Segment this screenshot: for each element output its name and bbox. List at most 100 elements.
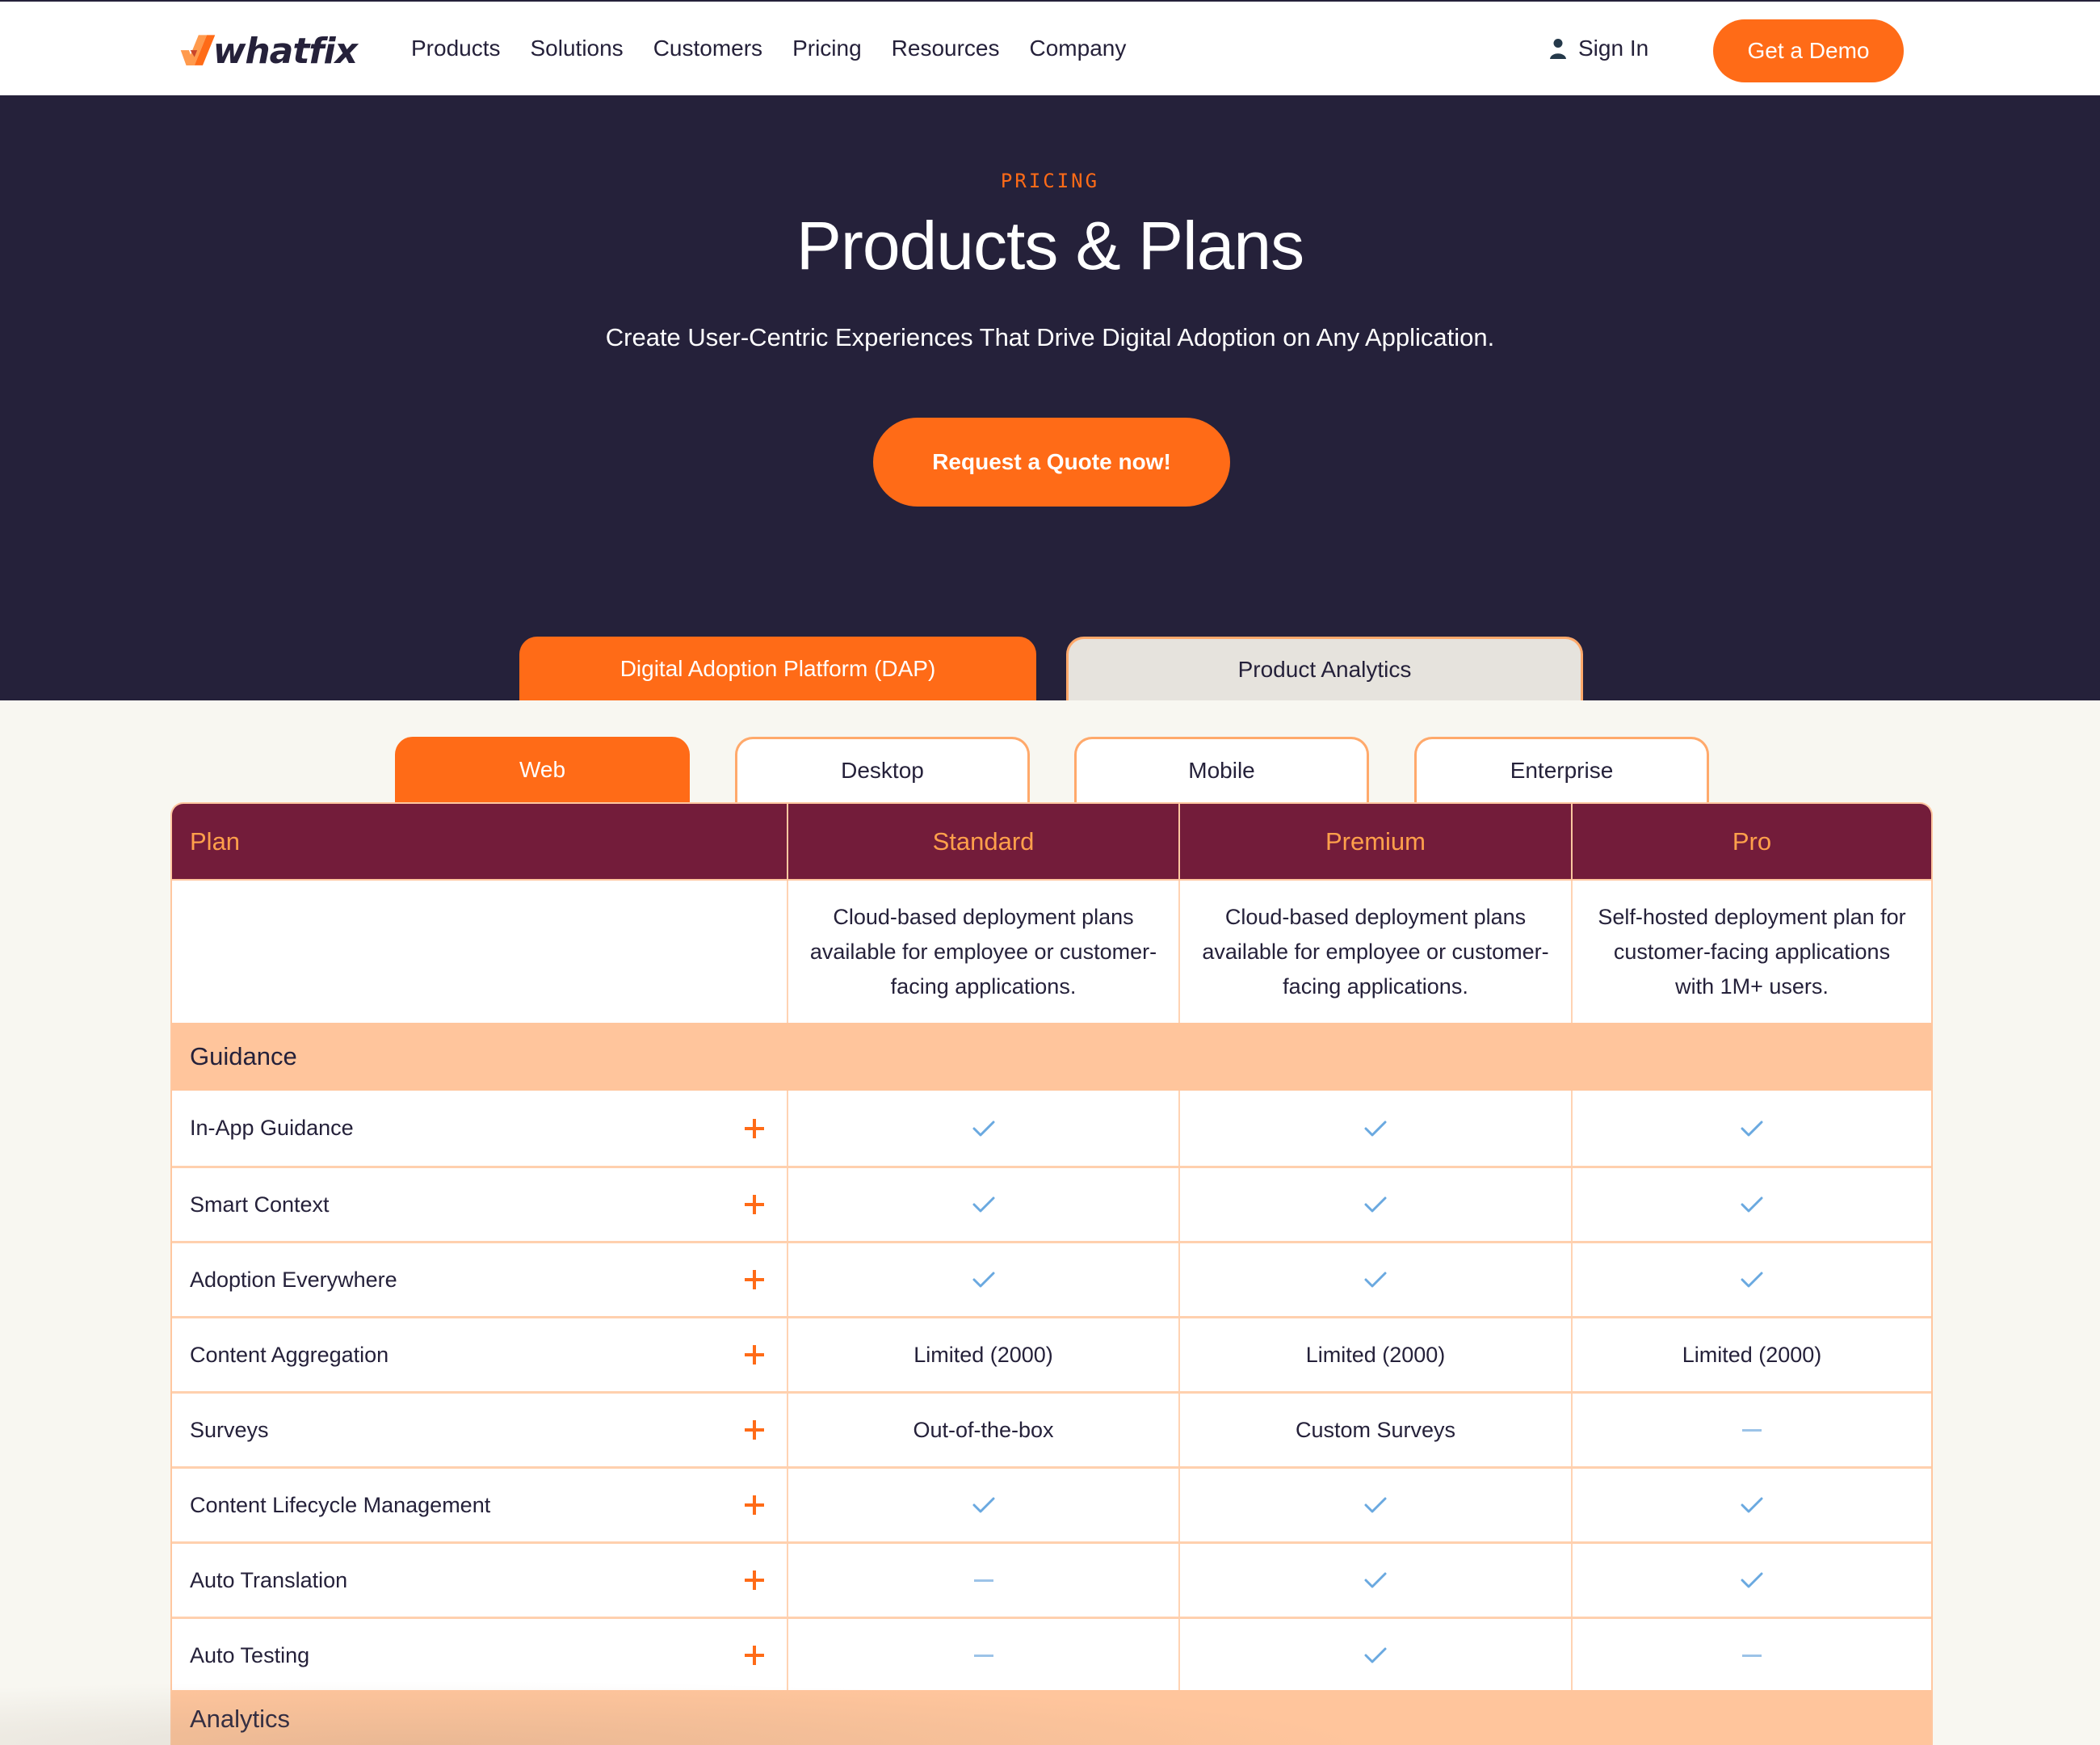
hero-section: PRICING Products & Plans Create User-Cen…: [0, 95, 2100, 700]
section-label: Guidance: [190, 1042, 297, 1070]
feature-value-text: Custom Surveys: [1295, 1417, 1456, 1442]
expand-plus-icon[interactable]: [745, 1646, 764, 1665]
feature-value-cell: [1180, 1091, 1573, 1166]
feature-name-cell: Surveys: [172, 1394, 788, 1466]
feature-value-cell: [788, 1243, 1180, 1316]
dash-icon: [973, 1654, 993, 1657]
section-analytics: Analytics: [170, 1690, 1933, 1745]
feature-value-cell: Limited (2000): [1573, 1318, 1931, 1391]
feature-row: Adoption Everywhere: [172, 1241, 1931, 1316]
expand-plus-icon[interactable]: [745, 1118, 764, 1138]
check-icon: [1363, 1496, 1388, 1514]
expand-plus-icon[interactable]: [745, 1570, 764, 1590]
logo-mark-icon: [180, 35, 216, 65]
feature-value-cell: [1573, 1394, 1931, 1466]
header-standard: Standard: [788, 804, 1180, 879]
header-plan: Plan: [172, 804, 788, 879]
user-icon: [1550, 39, 1566, 59]
tab-mobile[interactable]: Mobile: [1074, 737, 1369, 802]
tab-desktop[interactable]: Desktop: [735, 737, 1030, 802]
site-header: whatfix Products Solutions Customers Pri…: [0, 2, 2100, 95]
description-standard: Cloud-based deployment plans available f…: [788, 881, 1180, 1023]
expand-plus-icon[interactable]: [745, 1195, 764, 1214]
feature-value-cell: [788, 1168, 1180, 1241]
feature-value-cell: [1180, 1243, 1573, 1316]
check-icon: [1740, 1120, 1764, 1137]
check-icon: [972, 1120, 996, 1137]
feature-value-cell: [1573, 1544, 1931, 1617]
tab-dap[interactable]: Digital Adoption Platform (DAP): [519, 637, 1036, 700]
feature-value-cell: Custom Surveys: [1180, 1394, 1573, 1466]
check-icon: [1740, 1196, 1764, 1213]
feature-row: Auto Testing: [172, 1617, 1931, 1692]
expand-plus-icon[interactable]: [745, 1420, 764, 1440]
feature-name-cell: Content Lifecycle Management: [172, 1469, 788, 1541]
feature-value-text: Limited (2000): [1682, 1342, 1822, 1367]
feature-value-cell: [1573, 1168, 1931, 1241]
feature-value-cell: [1573, 1469, 1931, 1541]
get-demo-button[interactable]: Get a Demo: [1713, 19, 1904, 82]
dash-icon: [1742, 1654, 1762, 1657]
feature-row: Content Aggregation Limited (2000) Limited…: [172, 1316, 1931, 1391]
check-icon: [1740, 1496, 1764, 1514]
feature-row: Content Lifecycle Management: [172, 1466, 1931, 1541]
feature-name: Content Lifecycle Management: [190, 1492, 491, 1517]
feature-value-cell: [788, 1469, 1180, 1541]
header-premium: Premium: [1180, 804, 1573, 879]
feature-value-cell: Out-of-the-box: [788, 1394, 1180, 1466]
feature-name-cell: Smart Context: [172, 1168, 788, 1241]
whatfix-logo[interactable]: whatfix: [179, 26, 358, 76]
main-nav: Products Solutions Customers Pricing Res…: [411, 2, 1126, 95]
description-premium: Cloud-based deployment plans available f…: [1180, 881, 1573, 1023]
feature-name: In-App Guidance: [190, 1116, 354, 1140]
request-quote-button[interactable]: Request a Quote now!: [873, 418, 1230, 507]
feature-value-cell: [1573, 1091, 1931, 1166]
feature-value-cell: [1180, 1469, 1573, 1541]
table-header-row: Plan Standard Premium Pro: [172, 804, 1931, 879]
pricing-table: Plan Standard Premium Pro Cloud-based de…: [170, 802, 1933, 1692]
feature-value-cell: [788, 1091, 1180, 1166]
nav-pricing[interactable]: Pricing: [792, 36, 862, 61]
feature-value-cell: Limited (2000): [788, 1318, 1180, 1391]
feature-value-cell: [1180, 1544, 1573, 1617]
feature-value-text: Limited (2000): [914, 1342, 1053, 1367]
nav-company[interactable]: Company: [1030, 36, 1127, 61]
check-icon: [1363, 1571, 1388, 1589]
sign-in-link[interactable]: Sign In: [1549, 2, 1648, 95]
pricing-eyebrow: PRICING: [1000, 170, 1100, 192]
check-icon: [972, 1271, 996, 1289]
tab-product-analytics[interactable]: Product Analytics: [1066, 637, 1583, 700]
tab-enterprise[interactable]: Enterprise: [1414, 737, 1709, 802]
feature-value-cell: [1180, 1168, 1573, 1241]
expand-plus-icon[interactable]: [745, 1345, 764, 1364]
nav-resources[interactable]: Resources: [892, 36, 1000, 61]
nav-solutions[interactable]: Solutions: [531, 36, 624, 61]
feature-name-cell: Content Aggregation: [172, 1318, 788, 1391]
description-empty: [172, 881, 788, 1023]
plan-description-row: Cloud-based deployment plans available f…: [172, 879, 1931, 1023]
tab-web[interactable]: Web: [395, 737, 690, 802]
nav-products[interactable]: Products: [411, 36, 501, 61]
dash-icon: [973, 1579, 993, 1582]
feature-row: Smart Context: [172, 1166, 1931, 1241]
page-title: Products & Plans: [796, 208, 1304, 284]
feature-row: In-App Guidance: [172, 1091, 1931, 1166]
feature-name-cell: Auto Testing: [172, 1619, 788, 1692]
logo-wordmark: whatfix: [212, 30, 358, 72]
feature-row: Surveys Out-of-the-box Custom Surveys: [172, 1391, 1931, 1466]
nav-customers[interactable]: Customers: [653, 36, 762, 61]
feature-name: Surveys: [190, 1417, 269, 1442]
check-icon: [1740, 1271, 1764, 1289]
section-label: Analytics: [190, 1705, 291, 1733]
expand-plus-icon[interactable]: [745, 1270, 764, 1289]
feature-name: Content Aggregation: [190, 1342, 389, 1367]
feature-value-text: Limited (2000): [1305, 1342, 1446, 1367]
feature-value-text: Out-of-the-box: [913, 1417, 1054, 1442]
feature-name: Smart Context: [190, 1192, 330, 1217]
feature-name: Auto Testing: [190, 1642, 310, 1667]
sign-in-label: Sign In: [1578, 36, 1649, 61]
hero-subtitle: Create User-Centric Experiences That Dri…: [605, 323, 1495, 351]
expand-plus-icon[interactable]: [745, 1495, 764, 1515]
check-icon: [1740, 1571, 1764, 1589]
feature-value-cell: [1573, 1619, 1931, 1692]
